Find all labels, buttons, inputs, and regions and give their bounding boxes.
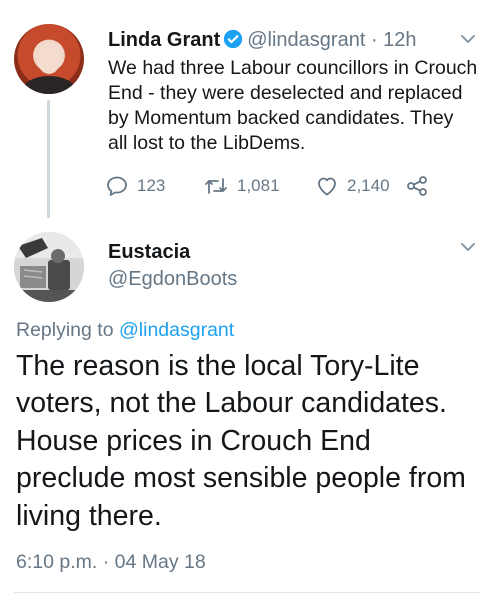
reply-icon bbox=[107, 176, 127, 196]
verified-badge-icon bbox=[224, 29, 243, 49]
tweet-timestamp[interactable]: 6:10 p.m. · 04 May 18 bbox=[16, 550, 206, 574]
like-button[interactable]: 2,140 bbox=[315, 172, 390, 200]
tweet-date: 04 May 18 bbox=[114, 551, 206, 573]
thread-connector-line bbox=[47, 100, 50, 218]
tweet-linda-grant[interactable]: Linda Grant @lindasgrant · 12h We had thr… bbox=[0, 0, 492, 218]
avatar-linda-grant[interactable] bbox=[14, 24, 84, 94]
tweet-time[interactable]: 12h bbox=[383, 29, 416, 51]
chevron-down-icon[interactable] bbox=[460, 34, 476, 44]
avatar-photo bbox=[14, 232, 84, 302]
mention-link[interactable]: @lindasgrant bbox=[119, 319, 234, 341]
divider bbox=[14, 592, 480, 593]
author-name[interactable]: Linda Grant bbox=[108, 29, 220, 51]
tweet-time: 6:10 p.m. bbox=[16, 551, 98, 573]
separator-dot: · bbox=[365, 29, 384, 51]
avatar-eustacia[interactable] bbox=[14, 232, 84, 302]
retweet-button[interactable]: 1,081 bbox=[203, 172, 280, 200]
reply-button[interactable]: 123 bbox=[105, 172, 165, 200]
like-count: 2,140 bbox=[347, 176, 390, 195]
avatar-shirt bbox=[22, 76, 76, 94]
retweet-icon bbox=[205, 178, 227, 194]
replying-prefix: Replying to bbox=[16, 319, 114, 341]
author-handle[interactable]: @EgdonBoots bbox=[108, 267, 237, 291]
tweet-text: We had three Labour councillors in Crouc… bbox=[108, 57, 478, 154]
like-icon bbox=[318, 177, 336, 196]
chevron-down-icon[interactable] bbox=[460, 242, 476, 252]
retweet-count: 1,081 bbox=[237, 176, 280, 195]
author-name[interactable]: Eustacia bbox=[108, 240, 190, 264]
reply-count: 123 bbox=[137, 176, 166, 195]
author-handle[interactable]: @lindasgrant bbox=[247, 29, 365, 51]
tweet-header: Linda Grant @lindasgrant · 12h bbox=[108, 28, 417, 52]
avatar-face bbox=[37, 42, 61, 74]
replying-to: Replying to @lindasgrant bbox=[16, 318, 234, 342]
share-icon bbox=[407, 176, 427, 196]
tweet-text: The reason is the local Tory-Lite voters… bbox=[16, 350, 466, 532]
share-button[interactable] bbox=[405, 172, 429, 200]
separator-dot: · bbox=[97, 551, 115, 573]
